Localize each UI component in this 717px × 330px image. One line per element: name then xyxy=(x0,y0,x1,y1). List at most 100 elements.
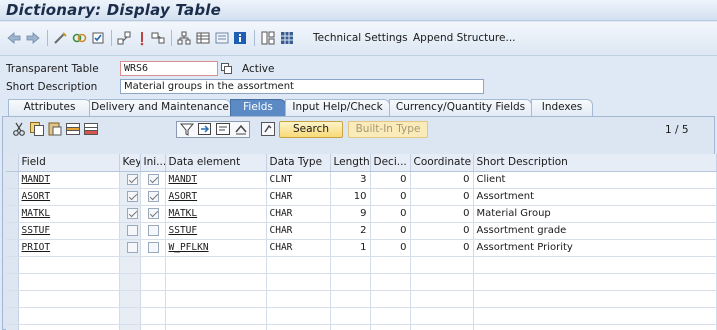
initial-values-checkbox[interactable] xyxy=(147,241,159,253)
data-type-cell[interactable]: CHAR xyxy=(266,205,331,223)
empty-table-row[interactable] xyxy=(6,324,717,330)
col-header-initial[interactable]: Ini... xyxy=(140,154,166,172)
empty-cell[interactable] xyxy=(370,324,411,330)
length-cell[interactable]: 1 xyxy=(330,239,371,257)
col-header-field[interactable]: Field xyxy=(18,154,120,172)
empty-table-row[interactable] xyxy=(6,273,717,291)
empty-table-row[interactable] xyxy=(6,307,717,325)
empty-cell[interactable] xyxy=(410,290,474,308)
table-row[interactable]: SSTUF SSTUF CHAR 2 0 0 Assortment grade xyxy=(6,222,717,240)
delete-row-icon[interactable] xyxy=(83,121,99,137)
data-element-cell[interactable]: MATKL xyxy=(165,205,267,223)
short-description-cell[interactable]: Assortment Priority xyxy=(473,239,717,257)
empty-cell[interactable] xyxy=(119,256,141,274)
info-icon[interactable] xyxy=(232,29,248,47)
key-checkbox[interactable] xyxy=(126,241,138,253)
search-help-icon[interactable] xyxy=(260,121,276,137)
data-type-cell[interactable]: CHAR xyxy=(266,188,331,206)
empty-cell[interactable] xyxy=(266,290,331,308)
other-object-icon[interactable] xyxy=(52,29,68,47)
data-element-cell[interactable]: W_PFLKN xyxy=(165,239,267,257)
navigation-window-icon[interactable] xyxy=(150,29,166,47)
object-list-icon[interactable] xyxy=(134,29,150,47)
empty-cell[interactable] xyxy=(119,307,141,325)
empty-cell[interactable] xyxy=(370,307,411,325)
empty-cell[interactable] xyxy=(473,307,717,325)
row-selector[interactable] xyxy=(6,307,19,325)
data-element-cell[interactable]: SSTUF xyxy=(165,222,267,240)
col-header-data-type[interactable]: Data Type xyxy=(266,154,331,172)
empty-cell[interactable] xyxy=(18,256,120,274)
display-change-icon[interactable] xyxy=(71,29,87,47)
table-row[interactable]: ASORT ASORT CHAR 10 0 0 Assortment xyxy=(6,188,717,206)
field-name-cell[interactable]: MANDT xyxy=(18,171,120,189)
insert-row-icon[interactable] xyxy=(65,121,81,137)
empty-cell[interactable] xyxy=(119,290,141,308)
graphics-icon[interactable] xyxy=(260,29,276,47)
empty-cell[interactable] xyxy=(165,324,267,330)
empty-cell[interactable] xyxy=(266,256,331,274)
activate-icon[interactable] xyxy=(90,29,106,47)
empty-table-row[interactable] xyxy=(6,256,717,274)
row-selector[interactable] xyxy=(6,273,19,291)
key-checkbox[interactable] xyxy=(126,207,138,219)
empty-cell[interactable] xyxy=(330,324,371,330)
data-element-cell[interactable]: MANDT xyxy=(165,171,267,189)
empty-cell[interactable] xyxy=(370,290,411,308)
empty-cell[interactable] xyxy=(165,307,267,325)
search-button[interactable]: Search xyxy=(279,121,343,138)
empty-cell[interactable] xyxy=(18,307,120,325)
technical-settings-button[interactable]: Technical Settings xyxy=(313,32,408,44)
col-header-key[interactable]: Key xyxy=(119,154,141,172)
table-row[interactable]: MANDT MANDT CLNT 3 0 0 Client xyxy=(6,171,717,189)
filter-icon[interactable] xyxy=(179,121,195,137)
initial-values-checkbox[interactable] xyxy=(147,173,159,185)
empty-cell[interactable] xyxy=(410,273,474,291)
empty-cell[interactable] xyxy=(165,290,267,308)
decimals-cell[interactable]: 0 xyxy=(370,222,411,240)
empty-cell[interactable] xyxy=(140,307,166,325)
field-name-cell[interactable]: ASORT xyxy=(18,188,120,206)
initial-values-checkbox[interactable] xyxy=(147,190,159,202)
key-checkbox[interactable] xyxy=(126,224,138,236)
short-desc-field[interactable]: Material groups in the assortment xyxy=(120,79,484,94)
data-element-cell[interactable]: ASORT xyxy=(165,188,267,206)
empty-cell[interactable] xyxy=(410,324,474,330)
coordinate-cell[interactable]: 0 xyxy=(410,205,474,223)
copy-icon[interactable] xyxy=(29,121,45,137)
decimals-cell[interactable]: 0 xyxy=(370,205,411,223)
display-object-list-icon[interactable] xyxy=(214,29,230,47)
col-header-length[interactable]: Length xyxy=(330,154,371,172)
back-arrow-icon[interactable] xyxy=(6,29,22,47)
initial-values-checkbox[interactable] xyxy=(147,224,159,236)
coordinate-cell[interactable]: 0 xyxy=(410,171,474,189)
row-selector[interactable] xyxy=(6,324,19,330)
col-header-data-element[interactable]: Data element xyxy=(165,154,267,172)
empty-cell[interactable] xyxy=(266,324,331,330)
scroll-up-icon[interactable] xyxy=(233,121,249,137)
col-header-coordinate[interactable]: Coordinate xyxy=(410,154,474,172)
empty-cell[interactable] xyxy=(330,290,371,308)
coordinate-cell[interactable]: 0 xyxy=(410,239,474,257)
empty-cell[interactable] xyxy=(140,324,166,330)
empty-cell[interactable] xyxy=(410,307,474,325)
empty-cell[interactable] xyxy=(473,256,717,274)
field-name-cell[interactable]: PRIOT xyxy=(18,239,120,257)
key-checkbox[interactable] xyxy=(126,173,138,185)
layout-icon[interactable] xyxy=(195,29,211,47)
export-icon[interactable] xyxy=(197,121,213,137)
row-selector[interactable] xyxy=(6,239,19,257)
row-selector[interactable] xyxy=(6,290,19,308)
empty-cell[interactable] xyxy=(266,273,331,291)
tab-delivery-maintenance[interactable]: Delivery and Maintenance xyxy=(89,99,231,116)
row-selector[interactable] xyxy=(6,188,19,206)
empty-cell[interactable] xyxy=(140,273,166,291)
row-selector[interactable] xyxy=(6,171,19,189)
row-selector[interactable] xyxy=(6,222,19,240)
length-cell[interactable]: 9 xyxy=(330,205,371,223)
col-header-decimals[interactable]: Deci... xyxy=(370,154,411,172)
decimals-cell[interactable]: 0 xyxy=(370,188,411,206)
empty-cell[interactable] xyxy=(473,290,717,308)
table-row[interactable]: MATKL MATKL CHAR 9 0 0 Material Group xyxy=(6,205,717,223)
empty-table-row[interactable] xyxy=(6,290,717,308)
